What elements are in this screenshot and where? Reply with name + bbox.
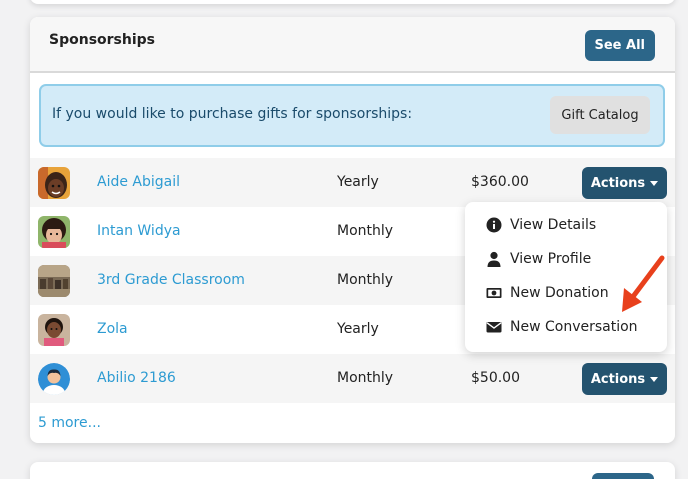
sponsorship-name-link[interactable]: Aide Abigail: [97, 174, 180, 190]
child-avatar: [38, 216, 70, 248]
amount-text: $50.00: [471, 370, 520, 386]
gift-alert: If you would like to purchase gifts for …: [39, 84, 665, 147]
gift-catalog-button[interactable]: Gift Catalog: [550, 96, 650, 134]
menu-item-view-profile[interactable]: View Profile: [486, 248, 591, 270]
next-card: [30, 462, 675, 479]
actions-dropdown-button[interactable]: Actions: [582, 167, 667, 199]
child-avatar: [38, 314, 70, 346]
next-card-button[interactable]: [592, 473, 654, 479]
menu-item-label: View Profile: [510, 251, 592, 267]
info-circle-icon: [486, 217, 502, 233]
see-all-button[interactable]: See All: [584, 30, 655, 61]
caret-down-icon: [650, 180, 659, 186]
sponsorship-row: Abilio 2186 Monthly $50.00 Actions: [30, 354, 675, 403]
sponsorship-name-link[interactable]: Intan Widya: [97, 223, 181, 239]
sponsorship-name-link[interactable]: Zola: [97, 321, 128, 337]
menu-item-new-donation[interactable]: New Donation: [486, 282, 609, 304]
card-title: Sponsorships: [49, 32, 155, 48]
annotation-arrow-icon: [622, 255, 665, 312]
sponsorship-row: Aide Abigail Yearly $360.00 Actions: [30, 158, 675, 207]
menu-item-label: View Details: [510, 217, 597, 233]
frequency-text: Yearly: [337, 174, 379, 190]
actions-dropdown-button[interactable]: Actions: [582, 363, 667, 395]
sponsorship-name-link[interactable]: Abilio 2186: [97, 370, 176, 386]
menu-item-view-details[interactable]: View Details: [486, 214, 596, 236]
menu-item-label: New Conversation: [510, 319, 638, 335]
previous-card: [30, 0, 675, 4]
classroom-avatar: [38, 265, 70, 297]
frequency-text: Monthly: [337, 272, 394, 288]
money-bill-icon: [486, 288, 502, 298]
child-avatar: [38, 167, 70, 199]
actions-label: Actions: [590, 371, 646, 387]
more-sponsorships-link[interactable]: 5 more...: [38, 415, 101, 431]
actions-label: Actions: [590, 175, 646, 191]
caret-down-icon: [650, 376, 659, 382]
frequency-text: Monthly: [337, 223, 394, 239]
alert-text: If you would like to purchase gifts for …: [52, 106, 413, 122]
card-header: Sponsorships See All: [30, 17, 675, 73]
amount-text: $360.00: [471, 174, 529, 190]
envelope-icon: [486, 322, 502, 333]
default-avatar: [38, 363, 70, 395]
menu-item-new-conversation[interactable]: New Conversation: [486, 316, 638, 338]
sponsorship-name-link[interactable]: 3rd Grade Classroom: [97, 272, 245, 288]
menu-item-label: New Donation: [510, 285, 609, 301]
user-icon: [487, 251, 501, 267]
frequency-text: Yearly: [337, 321, 379, 337]
frequency-text: Monthly: [337, 370, 394, 386]
